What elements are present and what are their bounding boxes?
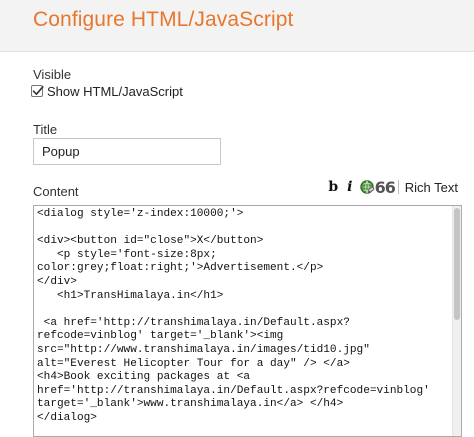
checkmark-icon bbox=[32, 86, 44, 95]
editor-scrollbar-thumb[interactable] bbox=[454, 208, 460, 320]
code-line: <a href='http://transhimalaya.in/Default… bbox=[37, 316, 350, 329]
code-line: alt="Everest Helicopter Tour for a day" … bbox=[37, 357, 350, 370]
code-line: <h1>TransHimalaya.in</h1> bbox=[37, 289, 224, 302]
code-line: target='_blank'>www.transhimalaya.in</a>… bbox=[37, 398, 344, 411]
content-editor[interactable]: <dialog style='z-index:10000;'> <div><but… bbox=[33, 205, 462, 437]
content-label: Content bbox=[33, 184, 79, 199]
italic-button[interactable]: i bbox=[342, 177, 358, 197]
insert-link-button[interactable] bbox=[358, 177, 376, 197]
show-widget-checkbox-row[interactable]: Show HTML/JavaScript bbox=[31, 82, 183, 100]
toolbar-divider bbox=[397, 180, 399, 194]
code-line: <h4>Book exciting packages at <a bbox=[37, 371, 251, 384]
code-line: <dialog style='z-index:10000;'> bbox=[37, 208, 244, 220]
dialog-header: Configure HTML/JavaScript bbox=[0, 0, 474, 52]
code-line: </div> bbox=[37, 275, 77, 288]
configure-widget-dialog: Configure HTML/JavaScript Visible Show H… bbox=[0, 0, 474, 437]
blockquote-button[interactable]: 66 bbox=[375, 177, 396, 197]
editor-toolbar: b i 66 Rich Text bbox=[325, 177, 458, 197]
code-line: color:grey;float:right;'>Advertisement.<… bbox=[37, 262, 324, 275]
code-line: src="http://www.transhimalaya.in/images/… bbox=[37, 343, 370, 356]
show-widget-checkbox-label[interactable]: Show HTML/JavaScript bbox=[47, 84, 183, 99]
title-input[interactable] bbox=[33, 138, 221, 165]
link-icon bbox=[360, 180, 374, 194]
dialog-title: Configure HTML/JavaScript bbox=[33, 8, 294, 31]
visible-label: Visible bbox=[33, 67, 72, 82]
bold-button[interactable]: b bbox=[325, 177, 342, 197]
code-line: href='http://transhimalaya.in/Default.as… bbox=[37, 384, 430, 397]
title-label: Title bbox=[33, 122, 58, 137]
content-editor-text[interactable]: <dialog style='z-index:10000;'> <div><but… bbox=[37, 208, 447, 426]
code-line: <p style='font-size:8px; bbox=[37, 248, 217, 261]
code-line: refcode=vinblog' target='_blank'><img bbox=[37, 330, 284, 343]
code-line: </dialog> bbox=[37, 411, 97, 424]
show-widget-checkbox[interactable] bbox=[31, 85, 44, 97]
rich-text-toggle[interactable]: Rich Text bbox=[405, 180, 458, 195]
editor-scrollbar[interactable] bbox=[452, 206, 461, 436]
code-line: <div><button id="close">X</button> bbox=[37, 235, 264, 248]
